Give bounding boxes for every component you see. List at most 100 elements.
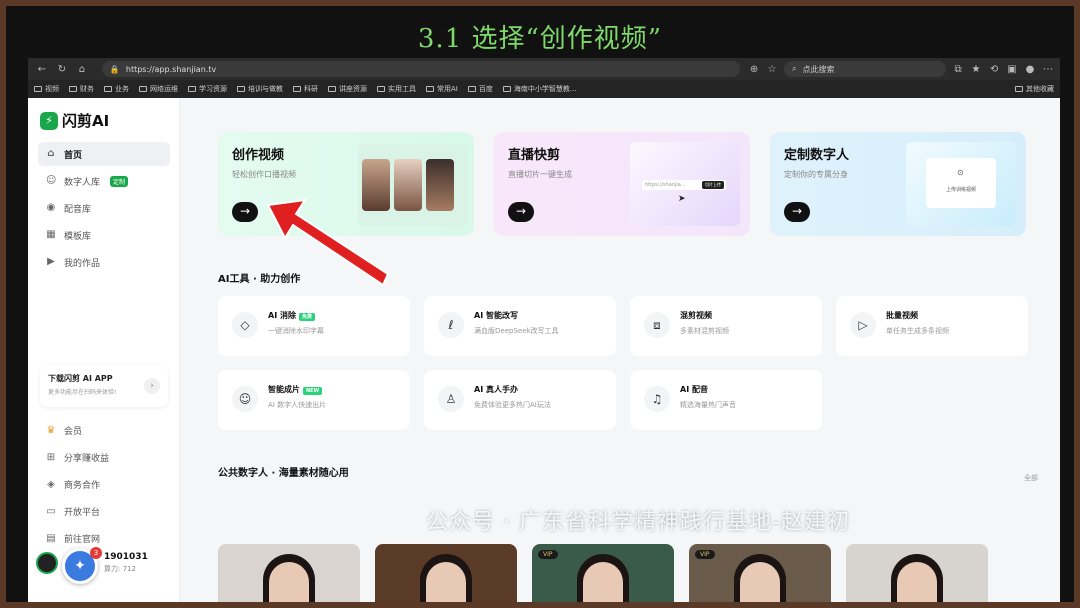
bookmark-item[interactable]: 海南中小学智慧教... [502,84,577,94]
bookmark-item[interactable]: 财务 [69,84,94,94]
back-icon[interactable]: ← [36,64,48,75]
address-text: https://app.shanjian.tv [125,64,217,74]
app-card-title: 下载闪剪 AI APP [48,374,113,383]
hero-card-custom-digital-human[interactable]: 定制数字人 定制你的专属分身 ⊙ 上传训练视频 → [770,132,1026,236]
tool-desc: 一键消除水印字幕 [268,327,324,335]
thumbnail-image [362,159,390,211]
tool-card-batch-video[interactable]: ▷ 批量视频 单任务生成多条视频 [836,296,1028,356]
folder-icon [188,86,196,92]
tool-title: AI 真人手办 [474,385,518,394]
tool-card-mix-video[interactable]: ⧈ 混剪视频 多素材混剪视频 [630,296,822,356]
vip-icon: ♛ [46,424,56,436]
tool-desc: 满血版DeepSeek改写工具 [474,327,559,335]
browser-search[interactable]: ⌕ 点此搜索 [784,61,947,77]
sidebar-item-share[interactable]: ⊞ 分享赚收益 [38,445,170,470]
lock-icon: 🔒 [109,64,120,74]
sidebar-item-label: 商务合作 [64,481,101,491]
sidebar-nav: ⌂ 首页 ☺ 数字人库 定制 ◉ 配音库 ▦ 模板库 ▶ 我的作品 [38,142,170,277]
bookmark-item[interactable]: 学习资源 [188,84,227,94]
bookmark-item[interactable]: 常用AI [426,84,458,94]
tool-card-ai-rewrite[interactable]: ℓ AI 智能改写 满血版DeepSeek改写工具 [424,296,616,356]
tool-card-ai-figure[interactable]: ♙ AI 真人手办 免费体验更多热门AI玩法 [424,370,616,430]
bookmark-item[interactable]: 网络运维 [139,84,178,94]
address-bar[interactable]: 🔒 https://app.shanjian.tv [101,61,741,77]
bookmark-item[interactable]: 讲座资源 [328,84,367,94]
hero-card-create-video[interactable]: 创作视频 轻松创作口播视频 → [218,132,474,236]
sidebar-item-business[interactable]: ◈ 商务合作 [38,472,170,497]
baidu-icon [467,86,476,92]
zoom-icon[interactable]: ⊕ [748,64,760,75]
arrow-right-icon[interactable]: → [232,202,258,222]
sidebar: ⚡ 闪剪AI ⌂ 首页 ☺ 数字人库 定制 ◉ 配音库 ▦ 模板库 ▶ 我的作品… [28,98,180,602]
template-icon: ▦ [46,229,56,240]
see-all-link[interactable]: 全部 [1024,473,1038,483]
chevron-right-icon[interactable]: › [144,378,160,394]
collections-icon[interactable]: ▣ [1006,64,1018,75]
tool-card-ai-erase[interactable]: ◇ AI 消除 免费 一键消除水印字幕 [218,296,410,356]
bookmark-item[interactable]: 培训与做教 [237,84,283,94]
arrow-right-icon[interactable]: → [508,202,534,222]
sidebar-item-vip[interactable]: ♛ 会员 [38,418,170,443]
home-icon[interactable]: ⌂ [76,64,88,75]
sidebar-item-templates[interactable]: ▦ 模板库 [38,223,170,247]
history-icon[interactable]: ⟲ [988,64,1000,75]
hero-card-live-clip[interactable]: 直播快剪 直播切片一键生成 https://shanjia... 切片上传 ➤ … [494,132,750,236]
arrow-right-icon[interactable]: → [784,202,810,222]
vip-badge: VIP [695,550,715,559]
profile-icon[interactable]: ● [1024,64,1036,75]
extension-icon[interactable]: ⧉ [952,64,964,75]
sidebar-item-digital-human-library[interactable]: ☺ 数字人库 定制 [38,169,170,193]
tool-desc: 单任务生成多条视频 [886,327,949,335]
sidebar-item-audio-library[interactable]: ◉ 配音库 [38,196,170,220]
sidebar-item-my-works[interactable]: ▶ 我的作品 [38,250,170,274]
bookmark-item[interactable]: 百度 [467,84,493,94]
browser-toolbar: ← ↻ ⌂ 🔒 https://app.shanjian.tv ⊕ ☆ ⌕ 点此… [28,58,1060,80]
logo-icon: ⚡ [40,111,58,130]
gift-icon: ⊞ [46,451,56,463]
sidebar-item-website[interactable]: ▤ 前往官网 [38,526,170,551]
bookmark-item[interactable]: 视频 [34,84,59,94]
tool-card-smart-film[interactable]: ☺ 智能成片 NEW AI 数字人快速出片 [218,370,410,430]
logo-text: 闪剪AI [62,112,110,130]
bookmark-item[interactable]: 实用工具 [377,84,416,94]
app-card-sub: 更多功能尽在扫码来体验! [48,389,117,396]
figure-icon: ♙ [438,386,464,412]
refresh-icon[interactable]: ↻ [56,64,68,75]
digital-human-card[interactable] [218,544,360,602]
folder-icon [139,86,147,92]
star-icon[interactable]: ☆ [766,64,778,75]
face [740,562,780,602]
digital-human-card[interactable] [375,544,517,602]
more-icon[interactable]: ⋯ [1042,64,1054,75]
tool-desc: 多素材混剪视频 [680,327,729,335]
sidebar-item-open-platform[interactable]: ▭ 开放平台 [38,499,170,524]
hero-thumbnails [358,144,468,226]
digital-human-card[interactable] [846,544,988,602]
preview-button: 切片上传 [702,181,724,189]
custom-human-preview: ⊙ 上传训练视频 [906,142,1016,226]
digital-human-card[interactable]: VIP [689,544,831,602]
folder-icon [1015,86,1023,92]
thumbnail-image [394,159,422,211]
bookmark-other[interactable]: 其他收藏 [1015,84,1060,94]
folder-icon [34,86,42,92]
sidebar-item-label: 首页 [64,150,83,161]
tool-title: AI 智能改写 [474,311,518,320]
favorites-icon[interactable]: ★ [970,64,982,75]
folder-icon [328,86,336,92]
new-tag: NEW [303,387,323,395]
custom-badge: 定制 [110,175,129,187]
bookmark-item[interactable]: 业务 [104,84,129,94]
digital-human-card[interactable]: VIP [532,544,674,602]
download-app-card[interactable]: 下载闪剪 AI APP 更多功能尽在扫码来体验! › [40,365,168,407]
batch-video-icon: ▷ [850,312,876,338]
app-logo[interactable]: ⚡ 闪剪AI [40,110,109,131]
tool-card-ai-voice[interactable]: ♫ AI 配音 精选海量热门声音 [630,370,822,430]
avatar[interactable] [36,552,58,574]
sidebar-item-home[interactable]: ⌂ 首页 [38,142,170,166]
rewrite-icon: ℓ [438,312,464,338]
tool-title: AI 配音 [680,385,708,394]
search-icon: ⌕ [792,64,797,73]
bookmark-item[interactable]: 科研 [293,84,318,94]
digital-humans-title: 公共数字人 · 海量素材随心用 [218,468,349,479]
